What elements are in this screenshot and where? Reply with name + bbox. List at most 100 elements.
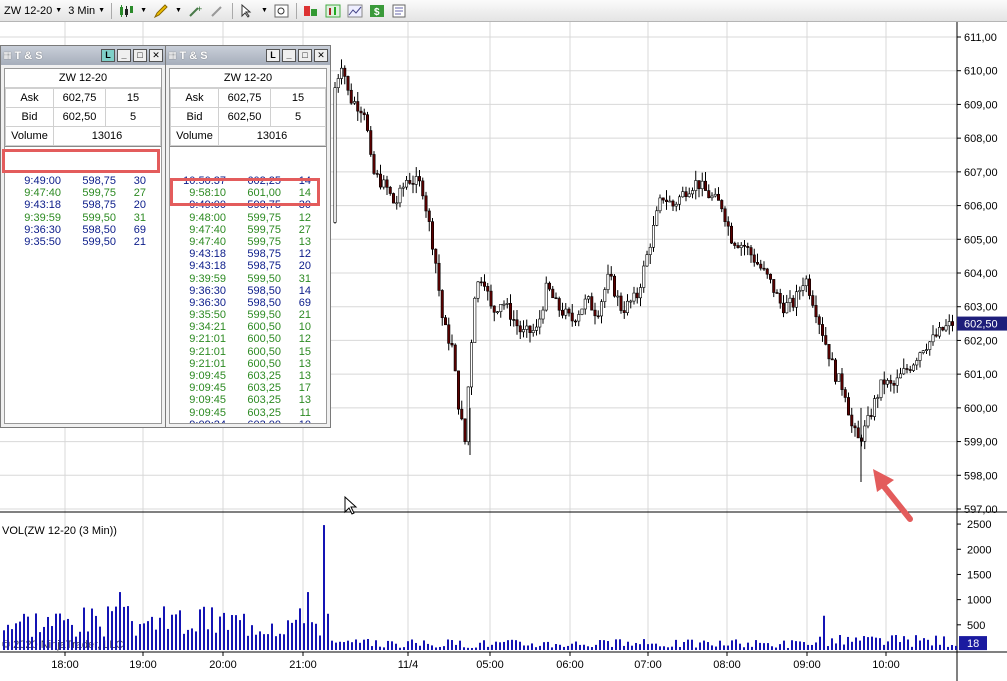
zoom-icon[interactable] <box>274 3 290 19</box>
candle-body <box>408 180 412 184</box>
volume-bar <box>867 637 869 650</box>
trade-price: 600,50 <box>247 345 281 358</box>
candle-body <box>739 244 743 248</box>
price-tick-label: 606,00 <box>964 201 998 213</box>
trade-time: 9:49:00 <box>24 175 61 187</box>
window-grid-icon: ▦ <box>168 50 177 60</box>
ts-symbol: ZW 12-20 <box>170 69 326 88</box>
indicators-icon[interactable] <box>347 3 363 19</box>
trade-time: 9:21:01 <box>189 357 226 370</box>
candle-body <box>346 76 350 91</box>
instrument-selector[interactable]: ZW 12-20 ▼ <box>4 5 62 17</box>
ts-trades-list[interactable]: 9:49:00 598,75 30 9:47:40 599,75 27 9:43:18 598… <box>5 173 161 423</box>
candle-body <box>372 154 376 174</box>
chevron-down-icon[interactable]: ▼ <box>175 7 182 14</box>
candle-body <box>606 273 610 290</box>
maximize-button[interactable]: □ <box>133 49 147 62</box>
ts-quote-header: ZW 12-20 Ask 602,75 15 Bid 602,50 5 Volu… <box>5 69 161 147</box>
volume-bar <box>783 640 785 650</box>
pointer-icon[interactable] <box>239 3 255 19</box>
minimize-button[interactable]: _ <box>282 49 296 62</box>
volume-bar <box>63 620 65 650</box>
volume-bar <box>771 646 773 650</box>
candle-body <box>869 415 873 417</box>
candle-body <box>492 305 496 313</box>
volume-bar <box>435 647 437 650</box>
ts-title-bar[interactable]: ▦ T & S L _ □ ✕ <box>1 46 165 65</box>
volume-bar <box>307 592 309 650</box>
minimize-button[interactable]: _ <box>117 49 131 62</box>
candle-body <box>798 290 802 293</box>
bid-row: Bid 602,50 5 <box>5 107 161 127</box>
time-tick-label: 08:00 <box>713 659 741 671</box>
chart-area[interactable]: 611,00 610,00 609,00 608,00 607,00 606,00 605,… <box>0 22 1007 681</box>
svg-text:$: $ <box>374 7 380 18</box>
data-series-icon[interactable] <box>325 3 341 19</box>
pencil-draw-icon[interactable] <box>153 3 169 19</box>
candle-body <box>336 78 340 89</box>
link-button[interactable]: L <box>266 49 280 62</box>
interval-selector[interactable]: 3 Min ▼ <box>68 5 105 17</box>
close-button[interactable]: ✕ <box>314 49 328 62</box>
volume-bar <box>103 636 105 650</box>
volume-bar <box>23 613 25 650</box>
candle-body <box>401 186 405 189</box>
volume-bar <box>299 608 301 650</box>
volume-bar <box>887 641 889 650</box>
volume-bar <box>431 645 433 650</box>
volume-bar <box>487 646 489 650</box>
time-tick-label: 09:00 <box>793 659 821 671</box>
chevron-down-icon[interactable]: ▼ <box>140 7 147 14</box>
volume-bar <box>575 641 577 650</box>
candle-body <box>479 281 483 284</box>
add-indicator-icon[interactable]: + <box>188 3 204 19</box>
volume-bar <box>479 642 481 650</box>
volume-bar <box>707 642 709 650</box>
close-button[interactable]: ✕ <box>149 49 163 62</box>
candle-body <box>791 297 795 308</box>
candlestick-style-icon[interactable] <box>118 3 134 19</box>
candle-body <box>853 425 857 429</box>
volume-bar <box>35 613 37 650</box>
volume-bar <box>335 642 337 650</box>
trade-row: 9:36:30 598,50 69 <box>170 297 326 309</box>
time-and-sales-window-left[interactable]: ▦ T & S L _ □ ✕ ZW 12-20 Ask 602,75 15 B… <box>0 45 166 428</box>
volume-bar <box>871 636 873 650</box>
volume-bar <box>935 635 937 650</box>
volume-bar <box>915 635 917 650</box>
trade-price: 598,50 <box>82 223 116 236</box>
candle-body <box>908 369 912 371</box>
maximize-button[interactable]: □ <box>298 49 312 62</box>
volume-bar <box>159 617 161 650</box>
volume-bar <box>891 635 893 650</box>
volume-bar <box>639 644 641 650</box>
ts-trades-list[interactable]: 10:50:37 602,25 14 9:58:10 601,00 14 9:49:00 59… <box>170 173 326 423</box>
chart-trader-icon[interactable] <box>303 3 319 19</box>
volume-bar <box>895 635 897 650</box>
candle-body <box>928 341 932 350</box>
chevron-down-icon[interactable]: ▼ <box>261 7 268 14</box>
candle-body <box>905 368 909 370</box>
trade-size: 27 <box>133 187 146 200</box>
time-and-sales-window-right[interactable]: ▦ T & S L _ □ ✕ ZW 12-20 Ask 602,75 15 B… <box>165 45 331 428</box>
volume-bar <box>563 646 565 650</box>
candle-body <box>531 330 535 333</box>
bid-label: Bid <box>5 107 54 127</box>
candle-body <box>437 262 441 291</box>
candle-body <box>593 309 597 317</box>
volume-bar <box>167 628 169 650</box>
link-button[interactable]: L <box>101 49 115 62</box>
strategy-dollar-icon[interactable]: $ <box>369 3 385 19</box>
properties-icon[interactable] <box>391 3 407 19</box>
volume-bar <box>875 637 877 650</box>
ts-title-bar[interactable]: ▦ T & S L _ □ ✕ <box>166 46 330 65</box>
candle-body <box>872 398 876 417</box>
remove-indicator-icon[interactable] <box>210 3 226 19</box>
volume-bar <box>531 643 533 650</box>
candle-body <box>343 67 347 77</box>
volume-bar <box>163 606 165 650</box>
ts-window-title: T & S <box>179 49 208 62</box>
candle-body <box>499 303 503 312</box>
candle-body <box>681 191 685 198</box>
volume-bar <box>947 646 949 650</box>
